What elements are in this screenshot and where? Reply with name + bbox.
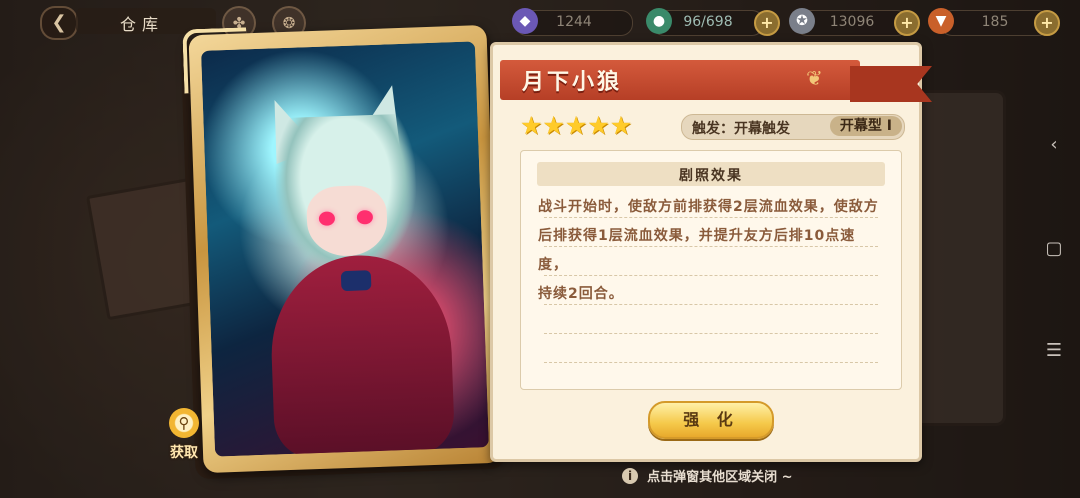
- carrot-icon: ▼: [928, 8, 954, 34]
- effect-header: 剧照效果: [537, 162, 885, 186]
- trigger-type-badge: 开幕型 Ⅰ: [829, 116, 902, 136]
- nav-back-icon[interactable]: ‹: [1044, 134, 1064, 155]
- card-ornament: [182, 27, 249, 94]
- star-icon: ★: [587, 111, 610, 140]
- info-icon: i: [622, 467, 638, 484]
- divider: [544, 275, 878, 276]
- effect-title: 剧照效果: [679, 168, 743, 184]
- nav-menu-icon[interactable]: ☰: [1044, 340, 1064, 361]
- star-icon: ★: [520, 111, 543, 140]
- obtain-label: 获取: [170, 445, 198, 461]
- divider: [544, 217, 878, 218]
- add-stamina-button[interactable]: +: [754, 10, 780, 36]
- divider: [544, 333, 878, 334]
- enhance-button[interactable]: 强 化: [648, 401, 774, 439]
- character-bow: [340, 270, 372, 292]
- swirl-ornament-icon: ❦: [806, 66, 823, 90]
- crystal-icon: ◆: [512, 8, 538, 34]
- nav-home-icon[interactable]: ▢: [1044, 238, 1064, 259]
- page-title: 仓库: [120, 15, 165, 34]
- card-artwork: [200, 41, 490, 457]
- obtain-button[interactable]: ⚲ 获取: [163, 408, 205, 464]
- trigger-label: 触发：开幕触发: [692, 121, 790, 137]
- trigger-info: 触发：开幕触发 开幕型 Ⅰ: [681, 114, 905, 140]
- divider: [544, 246, 878, 247]
- back-arrow-icon[interactable]: ❮: [40, 6, 78, 40]
- coin-icon: ✪: [789, 8, 815, 34]
- star-icon: ★: [609, 111, 633, 140]
- star-icon: ★: [564, 111, 588, 140]
- add-coin-button[interactable]: +: [894, 10, 920, 36]
- add-carrot-button[interactable]: +: [1034, 10, 1060, 36]
- close-hint-text: 点击弹窗其他区域关闭 ~: [647, 470, 793, 485]
- card-name: 月下小狼: [522, 70, 623, 95]
- divider: [544, 362, 878, 363]
- stamina-icon: ●: [646, 8, 672, 34]
- magnifier-icon: ⚲: [169, 408, 199, 438]
- star-rating: ★★★★★: [520, 113, 632, 139]
- close-hint: i 点击弹窗其他区域关闭 ~: [622, 465, 793, 485]
- divider: [544, 304, 878, 305]
- effect-line: 后排获得1层流血效果，并提升友方后排10点速度，: [538, 228, 856, 273]
- star-icon: ★: [542, 111, 565, 140]
- effect-description: 战斗开始时，使敌方前排获得2层流血效果，使敌方 后排获得1层流血效果，并提升友方…: [538, 193, 884, 309]
- top-bar: ❮ 仓库 ✤ ❂ 1244 ◆ 96/698 ● + 13096 ✪ + 185…: [0, 0, 1080, 44]
- card-illustration[interactable]: [182, 24, 502, 474]
